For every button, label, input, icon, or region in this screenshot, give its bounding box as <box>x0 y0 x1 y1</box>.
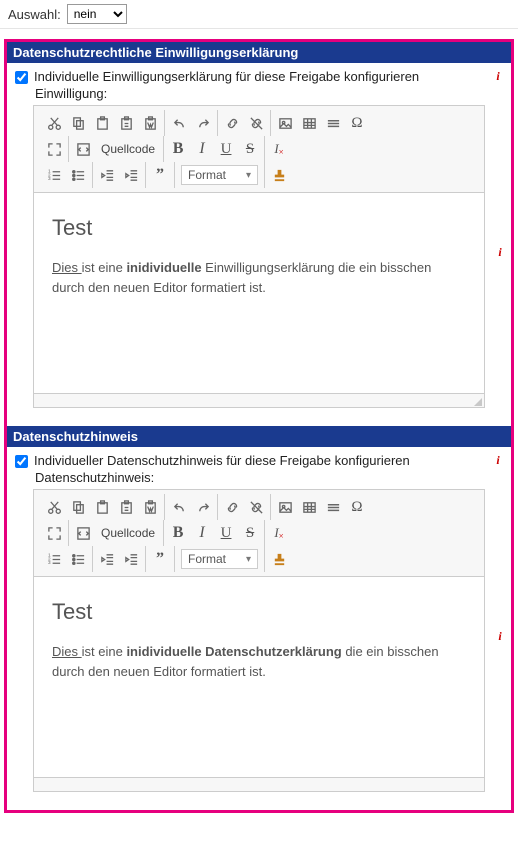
editor-footer <box>34 393 484 407</box>
underline-button[interactable]: U <box>218 139 234 159</box>
source-label[interactable]: Quellcode <box>99 139 157 159</box>
info-icon[interactable] <box>491 453 505 467</box>
clear-format-button[interactable]: I <box>271 523 287 543</box>
unordered-list-icon[interactable] <box>70 165 86 185</box>
chevron-down-icon: ▾ <box>246 170 251 181</box>
auswahl-label: Auswahl: <box>8 7 61 22</box>
auswahl-row: Auswahl: nein <box>0 0 518 29</box>
paste-word-icon[interactable] <box>142 497 158 517</box>
individual-consent-label: Individuelle Einwilligungserklärung für … <box>34 69 503 84</box>
link-icon[interactable] <box>224 497 240 517</box>
info-icon[interactable] <box>493 629 507 643</box>
resize-grip[interactable] <box>474 398 482 406</box>
format-combo-label: Format <box>188 168 226 182</box>
paste-icon[interactable] <box>94 113 110 133</box>
indent-icon[interactable] <box>123 165 139 185</box>
info-icon[interactable] <box>493 245 507 259</box>
consent-editor-content[interactable]: Test Dies ist eine inidividuelle Einwill… <box>34 193 484 393</box>
italic-button[interactable]: I <box>194 523 210 543</box>
hr-icon[interactable] <box>325 113 341 133</box>
image-icon[interactable] <box>277 113 293 133</box>
consent-editor: Ω Quellcode B I U S <box>33 105 485 408</box>
auswahl-select[interactable]: nein <box>67 4 127 24</box>
table-icon[interactable] <box>301 497 317 517</box>
source-label[interactable]: Quellcode <box>99 523 157 543</box>
link-icon[interactable] <box>224 113 240 133</box>
maximize-icon[interactable] <box>46 523 62 543</box>
format-combo[interactable]: Format ▾ <box>181 165 258 185</box>
omega-icon[interactable]: Ω <box>349 113 365 133</box>
section-header-notice: Datenschutzhinweis <box>7 426 511 447</box>
content-heading: Test <box>52 211 466 244</box>
undo-icon[interactable] <box>171 113 187 133</box>
notice-sub-label: Datenschutzhinweis: <box>35 470 503 485</box>
notice-editor: Ω Quellcode B I U S <box>33 489 485 792</box>
chevron-down-icon: ▾ <box>246 554 251 565</box>
individual-notice-label: Individueller Datenschutzhinweis für die… <box>34 453 503 468</box>
svg-text:3: 3 <box>47 560 50 565</box>
undo-icon[interactable] <box>171 497 187 517</box>
underline-button[interactable]: U <box>218 523 234 543</box>
individual-notice-checkbox[interactable] <box>15 455 28 468</box>
section-header-consent: Datenschutzrechtliche Einwilligungserklä… <box>7 42 511 63</box>
paste-word-icon[interactable] <box>142 113 158 133</box>
blockquote-icon[interactable]: ” <box>152 165 168 185</box>
outdent-icon[interactable] <box>99 165 115 185</box>
stamp-icon[interactable] <box>271 165 287 185</box>
copy-icon[interactable] <box>70 113 86 133</box>
unlink-icon[interactable] <box>248 113 264 133</box>
notice-editor-content[interactable]: Test Dies ist eine inidividuelle Datensc… <box>34 577 484 777</box>
paste-icon[interactable] <box>94 497 110 517</box>
hr-icon[interactable] <box>325 497 341 517</box>
section-body-consent: Individuelle Einwilligungserklärung für … <box>7 63 511 426</box>
outdent-icon[interactable] <box>99 549 115 569</box>
bold-button[interactable]: B <box>170 523 186 543</box>
strike-button[interactable]: S <box>242 523 258 543</box>
format-combo-label: Format <box>188 552 226 566</box>
unlink-icon[interactable] <box>248 497 264 517</box>
blockquote-icon[interactable]: ” <box>152 549 168 569</box>
italic-button[interactable]: I <box>194 139 210 159</box>
redo-icon[interactable] <box>195 113 211 133</box>
paste-text-icon[interactable] <box>118 113 134 133</box>
editor-toolbar: Ω Quellcode B I U S <box>34 490 484 577</box>
indent-icon[interactable] <box>123 549 139 569</box>
strike-button[interactable]: S <box>242 139 258 159</box>
stamp-icon[interactable] <box>271 549 287 569</box>
content-heading: Test <box>52 595 466 628</box>
source-icon[interactable] <box>75 139 91 159</box>
image-icon[interactable] <box>277 497 293 517</box>
redo-icon[interactable] <box>195 497 211 517</box>
ordered-list-icon[interactable]: 123 <box>46 549 62 569</box>
consent-sub-label: Einwilligung: <box>35 86 503 101</box>
copy-icon[interactable] <box>70 497 86 517</box>
clear-format-button[interactable]: I <box>271 139 287 159</box>
unordered-list-icon[interactable] <box>70 549 86 569</box>
bold-button[interactable]: B <box>170 139 186 159</box>
format-combo[interactable]: Format ▾ <box>181 549 258 569</box>
highlighted-region: Datenschutzrechtliche Einwilligungserklä… <box>4 39 514 813</box>
table-icon[interactable] <box>301 113 317 133</box>
cut-icon[interactable] <box>46 113 62 133</box>
section-body-notice: Individueller Datenschutzhinweis für die… <box>7 447 511 810</box>
ordered-list-icon[interactable]: 123 <box>46 165 62 185</box>
editor-footer <box>34 777 484 791</box>
content-paragraph: Dies ist eine inidividuelle Einwilligung… <box>52 258 466 297</box>
cut-icon[interactable] <box>46 497 62 517</box>
info-icon[interactable] <box>491 69 505 83</box>
source-icon[interactable] <box>75 523 91 543</box>
maximize-icon[interactable] <box>46 139 62 159</box>
omega-icon[interactable]: Ω <box>349 497 365 517</box>
individual-consent-checkbox[interactable] <box>15 71 28 84</box>
content-paragraph: Dies ist eine inidividuelle Datenschutze… <box>52 642 466 681</box>
svg-text:3: 3 <box>47 176 50 181</box>
paste-text-icon[interactable] <box>118 497 134 517</box>
editor-toolbar: Ω Quellcode B I U S <box>34 106 484 193</box>
